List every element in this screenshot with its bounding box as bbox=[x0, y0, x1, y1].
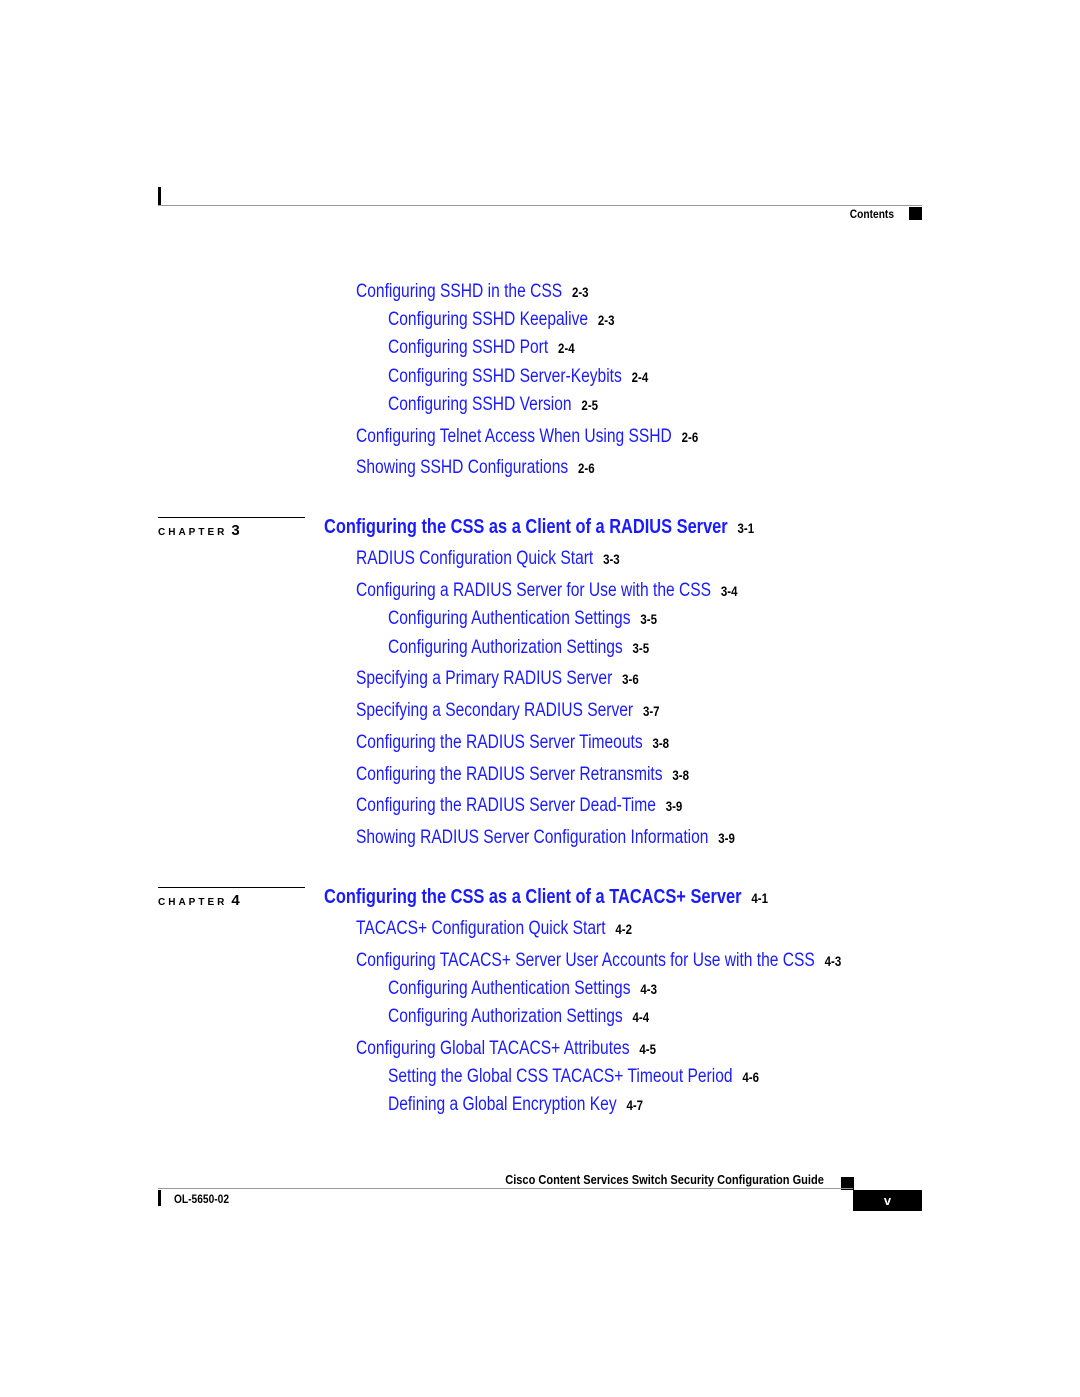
toc-entry-page: 2-3 bbox=[571, 284, 589, 300]
toc-entry-title: Defining a Global Encryption Key bbox=[388, 1094, 617, 1115]
toc-entry-title: Configuring SSHD Version bbox=[388, 394, 572, 415]
toc-entry-title: Configuring Telnet Access When Using SSH… bbox=[356, 426, 672, 447]
footer-book-title: Cisco Content Services Switch Security C… bbox=[505, 1172, 824, 1187]
toc-entry-page: 2-4 bbox=[631, 369, 649, 385]
toc-entry[interactable]: Configuring the RADIUS Server Retransmit… bbox=[356, 764, 689, 786]
footer-bar bbox=[158, 1190, 161, 1206]
toc-entry-title: Configuring Authorization Settings bbox=[388, 1006, 623, 1027]
chapter-rule bbox=[158, 517, 305, 518]
toc-entry-title: Configuring SSHD Keepalive bbox=[388, 309, 589, 330]
toc-entry-page: 2-6 bbox=[681, 429, 699, 445]
chapter-number: 3 bbox=[231, 522, 240, 539]
toc-entry-title: Configuring Authentication Settings bbox=[388, 978, 631, 999]
toc-entry-title: Showing RADIUS Server Configuration Info… bbox=[356, 827, 709, 848]
chapter-page: 3-1 bbox=[737, 520, 755, 536]
toc-entry[interactable]: Configuring Authorization Settings 3-5 bbox=[388, 637, 649, 659]
toc-entry-page: 3-9 bbox=[718, 830, 735, 846]
toc-entry[interactable]: Configuring SSHD Keepalive 2-3 bbox=[388, 309, 614, 331]
toc-entry-page: 2-3 bbox=[597, 312, 615, 328]
toc-entry-title: Setting the Global CSS TACACS+ Timeout P… bbox=[388, 1066, 733, 1087]
toc-entry-title: Configuring Global TACACS+ Attributes bbox=[356, 1038, 630, 1059]
toc-entry-page: 3-7 bbox=[642, 703, 660, 719]
toc-entry[interactable]: Configuring SSHD in the CSS 2-3 bbox=[356, 281, 589, 303]
toc-entry[interactable]: Configuring the RADIUS Server Dead-Time 3… bbox=[356, 795, 682, 817]
toc-entry-page: 2-6 bbox=[578, 460, 595, 476]
toc-entry-title: Configuring SSHD Server-Keybits bbox=[388, 366, 622, 387]
toc-entry-page: 3-4 bbox=[720, 583, 738, 599]
toc-entry-page: 4-2 bbox=[615, 921, 632, 937]
chapter-label: CHAPTER 4 bbox=[158, 892, 240, 909]
toc-entry-page: 3-6 bbox=[622, 671, 639, 687]
header-bar bbox=[158, 187, 161, 206]
footer-rule bbox=[158, 1188, 853, 1189]
toc-entry-title: TACACS+ Configuration Quick Start bbox=[356, 918, 606, 939]
toc-entry[interactable]: Configuring SSHD Server-Keybits 2-4 bbox=[388, 366, 648, 388]
toc-entry-page: 3-8 bbox=[652, 735, 670, 751]
toc-entry[interactable]: Configuring Authentication Settings 3-5 bbox=[388, 608, 657, 630]
toc-entry-page: 3-5 bbox=[640, 611, 657, 627]
toc-entry-page: 4-3 bbox=[824, 953, 842, 969]
toc-entry[interactable]: TACACS+ Configuration Quick Start 4-2 bbox=[356, 918, 632, 940]
toc-entry-title: Configuring the RADIUS Server Retransmit… bbox=[356, 764, 663, 785]
toc-entry[interactable]: Configuring SSHD Version 2-5 bbox=[388, 394, 598, 416]
toc-entry[interactable]: Configuring a RADIUS Server for Use with… bbox=[356, 580, 737, 602]
toc-entry[interactable]: Configuring TACACS+ Server User Accounts… bbox=[356, 950, 841, 972]
toc-entry-page: 4-6 bbox=[742, 1069, 759, 1085]
toc-entry-title: Configuring SSHD in the CSS bbox=[356, 281, 563, 302]
toc-entry[interactable]: Configuring Global TACACS+ Attributes 4-5 bbox=[356, 1038, 656, 1060]
toc-entry-title: Specifying a Secondary RADIUS Server bbox=[356, 700, 634, 721]
toc-entry-page: 4-4 bbox=[632, 1009, 650, 1025]
chapter-label: CHAPTER 3 bbox=[158, 522, 240, 539]
header-rule bbox=[158, 205, 922, 206]
toc-entry-page: 3-5 bbox=[632, 640, 650, 656]
toc-entry[interactable]: Showing RADIUS Server Configuration Info… bbox=[356, 827, 735, 849]
toc-entry-page: 2-5 bbox=[581, 397, 599, 413]
toc-entry-title: Configuring the RADIUS Server Dead-Time bbox=[356, 795, 656, 816]
toc-entry-page: 3-9 bbox=[665, 798, 683, 814]
toc-entry[interactable]: Defining a Global Encryption Key 4-7 bbox=[388, 1094, 643, 1116]
footer-page-number: v bbox=[853, 1190, 922, 1211]
chapter-number: 4 bbox=[231, 892, 240, 909]
toc-entry-page: 4-3 bbox=[640, 981, 657, 997]
header-section-label: Contents bbox=[849, 207, 894, 221]
toc-entry[interactable]: Showing SSHD Configurations 2-6 bbox=[356, 457, 595, 479]
toc-entry[interactable]: Configuring the RADIUS Server Timeouts 3-… bbox=[356, 732, 669, 754]
toc-entry[interactable]: Specifying a Primary RADIUS Server 3-6 bbox=[356, 668, 639, 690]
toc-entry-title: Configuring the RADIUS Server Timeouts bbox=[356, 732, 643, 753]
toc-entry-page: 4-7 bbox=[626, 1097, 644, 1113]
chapter-title-link[interactable]: Configuring the CSS as a Client of a TAC… bbox=[324, 886, 768, 909]
toc-entry[interactable]: Configuring Telnet Access When Using SSH… bbox=[356, 426, 698, 448]
toc-entry-title: Configuring SSHD Port bbox=[388, 337, 549, 358]
toc-entry-title: Configuring TACACS+ Server User Accounts… bbox=[356, 950, 815, 971]
header-marker bbox=[909, 207, 922, 220]
toc-entry-page: 3-8 bbox=[672, 767, 689, 783]
toc-entry-title: Configuring a RADIUS Server for Use with… bbox=[356, 580, 712, 601]
toc-entry[interactable]: Setting the Global CSS TACACS+ Timeout P… bbox=[388, 1066, 759, 1088]
toc-entry-title: Configuring Authentication Settings bbox=[388, 608, 631, 629]
toc-entry-title: Configuring Authorization Settings bbox=[388, 637, 623, 658]
chapter-title-link[interactable]: Configuring the CSS as a Client of a RAD… bbox=[324, 516, 754, 539]
toc-entry[interactable]: Specifying a Secondary RADIUS Server 3-7 bbox=[356, 700, 660, 722]
chapter-rule bbox=[158, 887, 305, 888]
chapter-title: Configuring the CSS as a Client of a TAC… bbox=[324, 886, 742, 908]
toc-entry-title: Showing SSHD Configurations bbox=[356, 457, 569, 478]
toc-entry-title: Specifying a Primary RADIUS Server bbox=[356, 668, 613, 689]
toc-entry-title: RADIUS Configuration Quick Start bbox=[356, 548, 594, 569]
toc-entry-page: 2-4 bbox=[558, 340, 575, 356]
toc-entry[interactable]: Configuring SSHD Port 2-4 bbox=[388, 337, 575, 359]
footer-doc-number: OL-5650-02 bbox=[174, 1192, 229, 1206]
chapter-title: Configuring the CSS as a Client of a RAD… bbox=[324, 516, 728, 538]
toc-entry[interactable]: Configuring Authentication Settings 4-3 bbox=[388, 978, 657, 1000]
toc-entry-page: 4-5 bbox=[639, 1041, 656, 1057]
chapter-page: 4-1 bbox=[751, 890, 768, 906]
toc-entry[interactable]: Configuring Authorization Settings 4-4 bbox=[388, 1006, 649, 1028]
toc-entry-page: 3-3 bbox=[603, 551, 620, 567]
toc-entry[interactable]: RADIUS Configuration Quick Start 3-3 bbox=[356, 548, 620, 570]
